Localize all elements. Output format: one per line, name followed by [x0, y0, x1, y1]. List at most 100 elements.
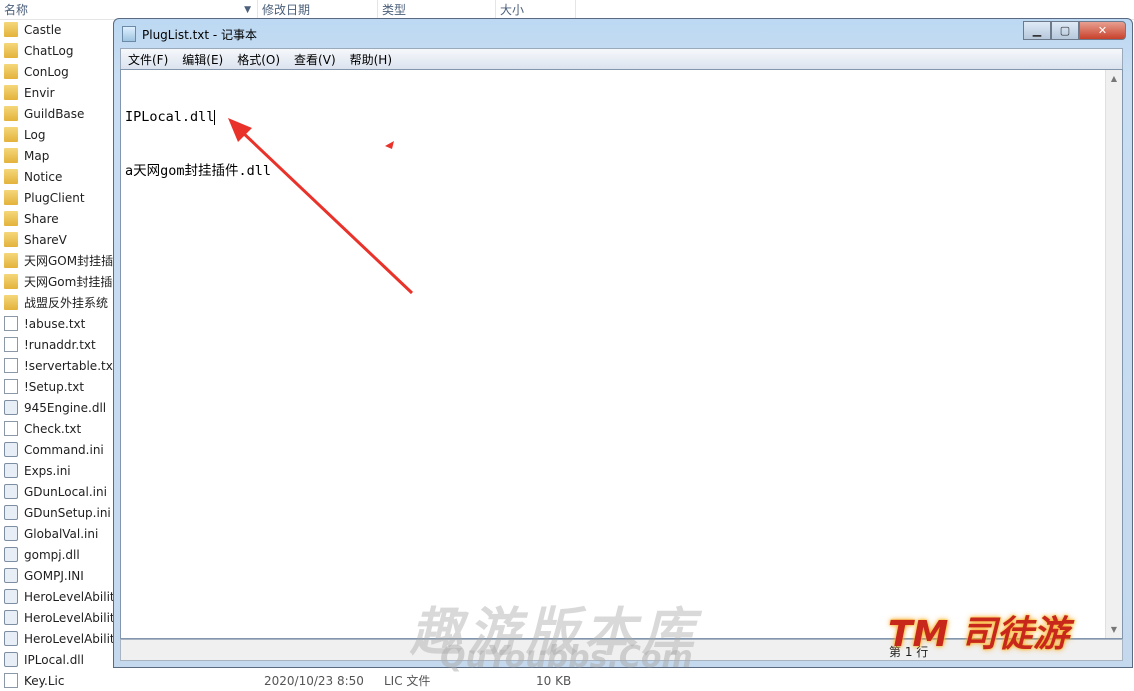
- file-row[interactable]: Envir: [0, 82, 118, 103]
- file-row[interactable]: !abuse.txt: [0, 313, 118, 334]
- menu-help[interactable]: 帮助(H): [343, 51, 399, 68]
- file-row[interactable]: HeroLevelAbility: [0, 586, 118, 607]
- file-row[interactable]: 天网GOM封挂插件: [0, 250, 118, 271]
- title-bar: PlugList.txt - 记事本: [122, 25, 257, 43]
- file-icon: [4, 421, 18, 436]
- window-title: PlugList.txt - 记事本: [142, 27, 258, 42]
- folder-icon: [4, 295, 18, 310]
- file-icon: [4, 337, 18, 352]
- file-row[interactable]: gompj.dll: [0, 544, 118, 565]
- folder-icon: [4, 43, 18, 58]
- file-row[interactable]: Notice: [0, 166, 118, 187]
- file-row[interactable]: GDunLocal.ini: [0, 481, 118, 502]
- sort-chevron-icon[interactable]: ▼: [244, 0, 251, 20]
- folder-icon: [4, 211, 18, 226]
- text-editor[interactable]: IPLocal.dll a天网gom封挂插件.dll ▲ ▼: [120, 69, 1123, 639]
- file-type: LIC 文件: [384, 674, 431, 688]
- file-name: Command.ini: [24, 442, 104, 457]
- col-date[interactable]: 修改日期: [258, 0, 378, 20]
- settings-file-icon: [4, 400, 18, 415]
- file-row[interactable]: Exps.ini: [0, 460, 118, 481]
- col-name-label: 名称: [4, 3, 29, 17]
- file-row[interactable]: !runaddr.txt: [0, 334, 118, 355]
- file-row[interactable]: GlobalVal.ini: [0, 523, 118, 544]
- settings-file-icon: [4, 463, 18, 478]
- file-name: Envir: [24, 85, 55, 100]
- file-row[interactable]: Command.ini: [0, 439, 118, 460]
- file-name: IPLocal.dll: [24, 652, 84, 667]
- file-row[interactable]: ShareV: [0, 229, 118, 250]
- folder-icon: [4, 190, 18, 205]
- file-row[interactable]: Map: [0, 145, 118, 166]
- file-row[interactable]: 战盟反外挂系统: [0, 292, 118, 313]
- settings-file-icon: [4, 631, 18, 646]
- file-icon: [4, 316, 18, 331]
- file-name: ConLog: [24, 64, 69, 79]
- file-name: HeroLevelAbility: [24, 631, 118, 646]
- settings-file-icon: [4, 652, 18, 667]
- file-icon: [4, 358, 18, 373]
- file-row[interactable]: !Setup.txt: [0, 376, 118, 397]
- menu-format[interactable]: 格式(O): [230, 51, 287, 68]
- settings-file-icon: [4, 589, 18, 604]
- scroll-down-icon[interactable]: ▼: [1106, 621, 1122, 638]
- file-name: Castle: [24, 22, 62, 37]
- file-row[interactable]: IPLocal.dll: [0, 649, 118, 670]
- maximize-button[interactable]: ▢: [1051, 21, 1079, 40]
- file-date: 2020/10/23 8:50: [264, 673, 364, 688]
- file-row[interactable]: HeroLevelAbility: [0, 607, 118, 628]
- text-caret: [214, 109, 216, 125]
- menu-file[interactable]: 文件(F): [121, 51, 175, 68]
- file-name: GlobalVal.ini: [24, 526, 99, 541]
- file-row[interactable]: Log: [0, 124, 118, 145]
- status-bar: 第 1 行: [120, 639, 1123, 661]
- file-name: Key.Lic: [24, 673, 65, 688]
- file-row[interactable]: ConLog: [0, 61, 118, 82]
- vertical-scrollbar[interactable]: ▲ ▼: [1105, 70, 1122, 638]
- minimize-button[interactable]: ▁: [1023, 21, 1051, 40]
- file-row[interactable]: PlugClient: [0, 187, 118, 208]
- menu-edit[interactable]: 编辑(E): [175, 51, 230, 68]
- settings-file-icon: [4, 547, 18, 562]
- menu-view[interactable]: 查看(V): [287, 51, 343, 68]
- file-name: Notice: [24, 169, 63, 184]
- col-type[interactable]: 类型: [378, 0, 496, 20]
- settings-file-icon: [4, 526, 18, 541]
- file-row[interactable]: GuildBase: [0, 103, 118, 124]
- notepad-window: PlugList.txt - 记事本 ▁ ▢ ✕ 文件(F) 编辑(E) 格式(…: [113, 18, 1133, 668]
- file-row[interactable]: GOMPJ.INI: [0, 565, 118, 586]
- file-row[interactable]: ChatLog: [0, 40, 118, 61]
- settings-file-icon: [4, 568, 18, 583]
- file-name: PlugClient: [24, 190, 85, 205]
- file-name: gompj.dll: [24, 547, 80, 562]
- close-button[interactable]: ✕: [1079, 21, 1126, 40]
- file-row[interactable]: HeroLevelAbility: [0, 628, 118, 649]
- file-name: GDunLocal.ini: [24, 484, 107, 499]
- file-name: ShareV: [24, 232, 67, 247]
- file-name: GOMPJ.INI: [24, 568, 84, 583]
- file-name: Exps.ini: [24, 463, 71, 478]
- file-icon: [4, 673, 18, 688]
- file-row[interactable]: !servertable.txt: [0, 355, 118, 376]
- file-row[interactable]: GDunSetup.ini: [0, 502, 118, 523]
- file-row[interactable]: 天网Gom封挂插件: [0, 271, 118, 292]
- column-header: 名称 ▼ 修改日期 类型 大小: [0, 0, 1134, 20]
- scroll-up-icon[interactable]: ▲: [1106, 70, 1122, 87]
- file-row[interactable]: Key.Lic 2020/10/23 8:50 LIC 文件 10 KB: [0, 670, 1134, 691]
- col-name[interactable]: 名称 ▼: [0, 0, 258, 20]
- folder-icon: [4, 64, 18, 79]
- folder-icon: [4, 148, 18, 163]
- menu-bar: 文件(F) 编辑(E) 格式(O) 查看(V) 帮助(H): [120, 48, 1123, 69]
- file-size: 10 KB: [536, 673, 572, 688]
- file-icon: [4, 379, 18, 394]
- file-row[interactable]: Check.txt: [0, 418, 118, 439]
- file-row[interactable]: Share: [0, 208, 118, 229]
- file-name: 战盟反外挂系统: [24, 296, 109, 310]
- file-name: !runaddr.txt: [24, 337, 96, 352]
- file-row[interactable]: Castle: [0, 19, 118, 40]
- file-row[interactable]: 945Engine.dll: [0, 397, 118, 418]
- col-size[interactable]: 大小: [496, 0, 576, 20]
- file-name: ChatLog: [24, 43, 74, 58]
- text-line: IPLocal.dll: [125, 109, 216, 125]
- file-name: 天网GOM封挂插件: [24, 254, 118, 268]
